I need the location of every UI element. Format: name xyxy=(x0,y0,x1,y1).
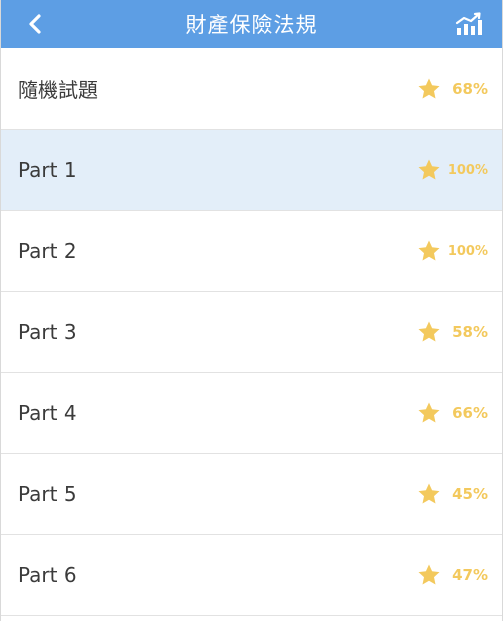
score-badge: 68% xyxy=(417,77,488,101)
score-percent: 66% xyxy=(452,404,488,422)
page-title: 財產保險法規 xyxy=(185,13,318,37)
score-percent: 68% xyxy=(452,79,488,98)
star-icon xyxy=(418,321,440,342)
score-percent: 58% xyxy=(452,323,488,341)
list-item-label: Part 2 xyxy=(18,239,77,263)
list-item-part-2[interactable]: Part 2 100% xyxy=(1,211,502,292)
list-item-part-3[interactable]: Part 3 58% xyxy=(1,292,502,373)
star-icon xyxy=(418,402,440,423)
app-window: 財產保險法規 隨機試題 68% Part 1 100% Part 2 100% … xyxy=(0,0,503,621)
nav-bar: 財產保險法規 xyxy=(1,0,502,48)
list-item-part-5[interactable]: Part 5 45% xyxy=(1,454,502,535)
chevron-left-icon xyxy=(29,14,41,34)
score-badge: 47% xyxy=(417,563,488,587)
list-item-part-6[interactable]: Part 6 47% xyxy=(1,535,502,616)
list-item-label: 隨機試題 xyxy=(18,78,98,102)
quiz-part-list: 隨機試題 68% Part 1 100% Part 2 100% Part 3 xyxy=(1,48,502,616)
score-badge: 100% xyxy=(417,239,488,263)
score-percent: 47% xyxy=(452,566,488,584)
bar-chart-trend-icon xyxy=(455,12,482,35)
list-item-label: Part 1 xyxy=(18,158,77,182)
star-icon xyxy=(418,240,440,261)
list-item-random-quiz[interactable]: 隨機試題 68% xyxy=(1,48,502,130)
score-badge: 45% xyxy=(417,482,488,506)
star-icon xyxy=(418,78,440,98)
statistics-button[interactable] xyxy=(446,0,492,48)
star-icon xyxy=(418,483,440,504)
list-item-part-1[interactable]: Part 1 100% xyxy=(1,130,502,211)
score-badge: 66% xyxy=(417,401,488,425)
score-badge: 58% xyxy=(417,320,488,344)
score-badge: 100% xyxy=(417,158,488,182)
score-percent: 45% xyxy=(452,485,488,503)
list-item-label: Part 5 xyxy=(18,482,77,506)
star-icon xyxy=(418,564,440,585)
back-button[interactable] xyxy=(15,0,55,48)
score-percent: 100% xyxy=(447,162,488,178)
list-item-label: Part 6 xyxy=(18,563,77,587)
list-item-label: Part 3 xyxy=(18,320,77,344)
star-icon xyxy=(418,159,440,180)
list-item-label: Part 4 xyxy=(18,401,77,425)
score-percent: 100% xyxy=(447,243,488,259)
list-item-part-4[interactable]: Part 4 66% xyxy=(1,373,502,454)
